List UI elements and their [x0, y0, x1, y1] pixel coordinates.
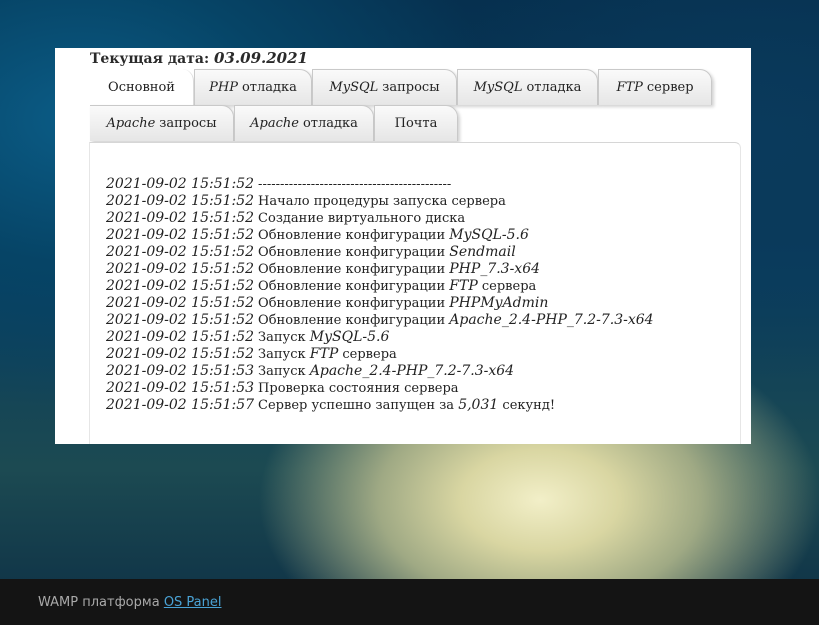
- footer-text: WAMP платформа OS Panel: [38, 595, 222, 610]
- log-highlight: PHP_7.3-x64: [449, 261, 541, 277]
- log-line: 2021-09-02 15:51:53 Запуск Apache_2.4-PHP…: [106, 363, 654, 380]
- server-log: 2021-09-02 15:51:52 ---------------------…: [106, 176, 654, 414]
- log-line: 2021-09-02 15:51:52 ---------------------…: [106, 176, 654, 193]
- log-line: 2021-09-02 15:51:52 Запуск MySQL-5.6: [106, 329, 654, 346]
- log-message: Обновление конфигурации: [258, 262, 446, 277]
- tab-ftp-server[interactable]: FTP сервер: [598, 69, 712, 105]
- log-line: 2021-09-02 15:51:53 Проверка состояния се…: [106, 380, 654, 397]
- tab-apache-debug[interactable]: Apache отладка: [234, 105, 374, 141]
- log-highlight: Apache_2.4-PHP_7.2-7.3-x64: [449, 312, 654, 328]
- log-message: Проверка состояния сервера: [258, 381, 459, 396]
- log-message: Обновление конфигурации: [258, 245, 446, 260]
- log-highlight: MySQL-5.6: [309, 329, 390, 345]
- date-value: 03.09.2021: [214, 49, 308, 67]
- tab-mail[interactable]: Почта: [374, 105, 458, 141]
- main-panel: Текущая дата: 03.09.2021 Основной PHP от…: [55, 48, 751, 444]
- tab-mysql-queries-prefix: MySQL: [329, 80, 379, 95]
- tab-mysql-debug-label: отладка: [526, 80, 582, 95]
- log-message-tail: сервера: [481, 279, 537, 294]
- log-line: 2021-09-02 15:51:52 Обновление конфигурац…: [106, 244, 654, 261]
- log-message-tail: секунд!: [502, 398, 556, 413]
- log-line: 2021-09-02 15:51:52 Запуск FTP сервера: [106, 346, 654, 363]
- log-message: Обновление конфигурации: [258, 279, 446, 294]
- tab-php-debug[interactable]: PHP отладка: [194, 69, 312, 105]
- log-message: ----------------------------------------…: [258, 177, 452, 192]
- log-highlight: FTP: [449, 278, 478, 294]
- log-timestamp: 2021-09-02 15:51:52: [106, 278, 255, 294]
- log-message: Сервер успешно запущен за: [258, 398, 455, 413]
- tab-main-label: Основной: [108, 79, 175, 95]
- footer: WAMP платформа OS Panel: [0, 579, 819, 625]
- tab-ftp-server-label: сервер: [646, 80, 694, 95]
- tab-apache-queries[interactable]: Apache запросы: [90, 105, 234, 141]
- tab-mail-label: Почта: [394, 116, 438, 131]
- log-timestamp: 2021-09-02 15:51:52: [106, 295, 255, 311]
- log-message: Обновление конфигурации: [258, 228, 446, 243]
- tab-php-debug-label: отладка: [241, 80, 297, 95]
- log-message: Начало процедуры запуска сервера: [258, 194, 506, 209]
- tab-mysql-debug[interactable]: MySQL отладка: [457, 69, 598, 105]
- log-timestamp: 2021-09-02 15:51:52: [106, 244, 255, 260]
- log-line: 2021-09-02 15:51:52 Обновление конфигурац…: [106, 312, 654, 329]
- log-highlight: PHPMyAdmin: [449, 295, 549, 311]
- log-message: Создание виртуального диска: [258, 211, 466, 226]
- log-timestamp: 2021-09-02 15:51:52: [106, 193, 255, 209]
- tab-apache-debug-label: отладка: [302, 116, 358, 131]
- log-message: Обновление конфигурации: [258, 296, 446, 311]
- log-message: Запуск: [258, 347, 306, 362]
- log-highlight: MySQL-5.6: [449, 227, 529, 243]
- log-line: 2021-09-02 15:51:52 Обновление конфигурац…: [106, 261, 654, 278]
- tab-php-debug-prefix: PHP: [209, 80, 238, 95]
- tab-ftp-server-prefix: FTP: [616, 80, 643, 95]
- log-timestamp: 2021-09-02 15:51:52: [106, 312, 255, 328]
- log-line: 2021-09-02 15:51:52 Обновление конфигурац…: [106, 295, 654, 312]
- log-timestamp: 2021-09-02 15:51:52: [106, 346, 255, 362]
- log-message: Запуск: [258, 330, 306, 345]
- log-line: 2021-09-02 15:51:52 Обновление конфигурац…: [106, 227, 654, 244]
- log-timestamp: 2021-09-02 15:51:53: [106, 380, 255, 396]
- tab-apache-queries-label: запросы: [159, 116, 217, 131]
- log-timestamp: 2021-09-02 15:51:52: [106, 176, 255, 192]
- log-timestamp: 2021-09-02 15:51:53: [106, 363, 255, 379]
- log-timestamp: 2021-09-02 15:51:52: [106, 329, 255, 345]
- log-line: 2021-09-02 15:51:52 Создание виртуального…: [106, 210, 654, 227]
- tab-mysql-queries[interactable]: MySQL запросы: [312, 69, 457, 105]
- log-highlight: 5,031: [458, 397, 499, 413]
- log-timestamp: 2021-09-02 15:51:52: [106, 227, 255, 243]
- tab-main[interactable]: Основной: [90, 69, 194, 105]
- log-message-tail: сервера: [342, 347, 397, 362]
- log-timestamp: 2021-09-02 15:51:52: [106, 261, 255, 277]
- log-highlight: Apache_2.4-PHP_7.2-7.3-x64: [309, 363, 515, 379]
- log-line: 2021-09-02 15:51:52 Начало процедуры запу…: [106, 193, 654, 210]
- log-timestamp: 2021-09-02 15:51:57: [106, 397, 255, 413]
- log-highlight: Sendmail: [449, 244, 516, 260]
- tab-mysql-queries-label: запросы: [382, 80, 440, 95]
- log-panel: 2021-09-02 15:51:52 ---------------------…: [89, 142, 741, 444]
- current-date: Текущая дата: 03.09.2021: [90, 49, 308, 67]
- log-highlight: FTP: [309, 346, 339, 362]
- footer-platform-label: WAMP платформа: [38, 595, 160, 610]
- log-line: 2021-09-02 15:51:52 Обновление конфигурац…: [106, 278, 654, 295]
- log-message: Обновление конфигурации: [258, 313, 446, 328]
- date-label: Текущая дата:: [90, 51, 210, 67]
- log-message: Запуск: [258, 364, 306, 379]
- tab-apache-debug-prefix: Apache: [250, 116, 299, 131]
- log-timestamp: 2021-09-02 15:51:52: [106, 210, 255, 226]
- tab-mysql-debug-prefix: MySQL: [473, 80, 523, 95]
- os-panel-link[interactable]: OS Panel: [164, 595, 222, 610]
- tab-apache-queries-prefix: Apache: [106, 116, 156, 131]
- log-line: 2021-09-02 15:51:57 Сервер успешно запуще…: [106, 397, 654, 414]
